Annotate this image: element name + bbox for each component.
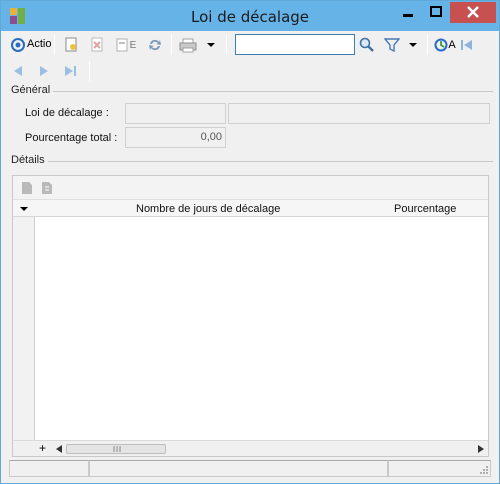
toolbar-separator — [226, 35, 227, 55]
scroll-right-icon[interactable] — [477, 444, 485, 454]
reset-filter-suffix: A — [448, 39, 456, 51]
row-indicator-column — [13, 217, 35, 440]
grid-edit-row-button[interactable] — [39, 178, 55, 198]
first-page-icon — [461, 40, 472, 50]
general-section-title: Général — [11, 84, 51, 96]
status-cell — [9, 460, 89, 477]
toolbar-separator — [171, 35, 172, 55]
reset-filter-button[interactable]: A — [433, 34, 457, 56]
new-document-icon — [65, 37, 77, 52]
grid-body[interactable] — [36, 218, 488, 442]
printer-icon — [179, 38, 197, 53]
search-icon — [359, 37, 374, 52]
filter-button[interactable] — [383, 34, 401, 56]
toolbar-separator — [89, 61, 90, 81]
filter-icon — [384, 38, 400, 53]
loi-description-field — [228, 103, 490, 124]
loi-label: Loi de décalage : — [25, 107, 109, 119]
details-grid: Nombre de jours de décalage Pourcentage … — [12, 175, 489, 457]
status-cell — [89, 460, 388, 477]
window: Loi de décalage Actio E A Général Loi de… — [0, 0, 500, 484]
minimize-icon — [403, 14, 413, 17]
search-button[interactable] — [358, 34, 376, 56]
arrow-left-icon — [14, 66, 22, 76]
action-menu-button[interactable]: Actio — [9, 34, 51, 56]
delete-button[interactable] — [87, 34, 107, 56]
general-section-divider — [53, 91, 493, 92]
arrow-right-icon — [40, 66, 48, 76]
details-section-divider — [48, 161, 493, 162]
last-record-button[interactable] — [61, 61, 81, 81]
grid-new-row-button[interactable] — [19, 178, 35, 198]
maximize-button[interactable] — [422, 2, 449, 23]
column-header-pourcentage[interactable]: Pourcentage — [394, 203, 456, 215]
details-section-title: Détails — [11, 154, 45, 166]
next-record-button[interactable] — [35, 61, 53, 81]
grid-column-chooser[interactable] — [16, 200, 32, 217]
maximize-icon — [430, 6, 442, 17]
action-label: Actio — [27, 38, 52, 50]
print-dropdown[interactable] — [204, 34, 218, 56]
chevron-down-icon — [20, 206, 28, 211]
search-input[interactable] — [236, 35, 354, 54]
reset-filter-icon — [434, 38, 448, 52]
filter-dropdown[interactable] — [406, 34, 420, 56]
chevron-down-icon — [207, 43, 215, 47]
title-bar[interactable]: Loi de décalage — [1, 1, 499, 31]
status-cell — [388, 460, 491, 477]
last-page-icon — [65, 66, 76, 76]
new-button[interactable] — [61, 34, 81, 56]
grid-toolbar — [13, 176, 488, 200]
edit-row-icon — [42, 182, 52, 194]
status-bar — [9, 460, 491, 477]
new-row-icon — [22, 182, 32, 194]
previous-record-button[interactable] — [9, 61, 27, 81]
refresh-button[interactable] — [145, 34, 165, 56]
grip-icon — [113, 446, 121, 452]
edit-button[interactable]: E — [113, 34, 139, 56]
action-circle-icon — [11, 38, 25, 52]
minimize-button[interactable] — [394, 2, 421, 23]
edit-document-icon — [116, 38, 128, 52]
horizontal-scrollbar[interactable]: + — [13, 440, 488, 456]
resize-grip-icon[interactable] — [479, 465, 489, 475]
loi-code-field — [125, 103, 226, 124]
toolbar: Actio E A — [9, 34, 493, 56]
toolbar-separator — [427, 35, 428, 55]
scroll-left-icon[interactable] — [55, 444, 63, 454]
record-navigation — [9, 61, 99, 81]
delete-icon — [91, 37, 103, 52]
grid-header: Nombre de jours de décalage Pourcentage — [13, 200, 488, 217]
pourcentage-total-label: Pourcentage total : — [25, 132, 118, 144]
scrollbar-thumb[interactable] — [66, 444, 166, 454]
first-record-button-top[interactable] — [459, 34, 475, 56]
chevron-down-icon — [409, 43, 417, 47]
close-button[interactable] — [450, 2, 496, 23]
add-row-button[interactable]: + — [39, 441, 46, 455]
close-icon — [467, 6, 479, 18]
toolbar-separator — [54, 35, 55, 55]
column-header-nombre-jours[interactable]: Nombre de jours de décalage — [136, 203, 280, 215]
edit-suffix: E — [129, 39, 137, 51]
refresh-icon — [149, 39, 161, 51]
search-box[interactable] — [235, 34, 355, 55]
pourcentage-total-field: 0,00 — [125, 127, 226, 148]
print-button[interactable] — [177, 34, 199, 56]
